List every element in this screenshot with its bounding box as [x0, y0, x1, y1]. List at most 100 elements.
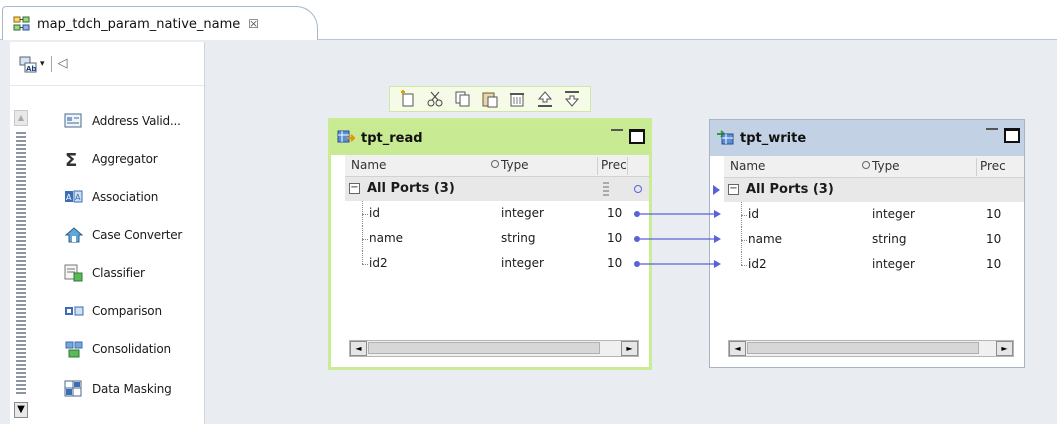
- scroll-track[interactable]: [16, 132, 26, 394]
- move-down-icon[interactable]: [563, 90, 581, 108]
- group-output-port-icon[interactable]: [634, 185, 642, 193]
- horizontal-scrollbar[interactable]: ◄ ►: [349, 340, 639, 357]
- port-row[interactable]: id integer 10: [724, 202, 1024, 227]
- palette-item-label: Aggregator: [92, 152, 158, 166]
- move-up-icon[interactable]: [536, 90, 554, 108]
- minimize-icon[interactable]: [986, 128, 998, 131]
- column-divider[interactable]: [597, 157, 598, 175]
- port-row[interactable]: name string 10: [345, 226, 649, 251]
- column-divider[interactable]: [976, 158, 977, 176]
- ports-grid: Name Type Prec − All Ports (3) id intege…: [345, 155, 649, 367]
- port-precision: 10: [607, 206, 623, 220]
- palette-item-case-converter[interactable]: Case Converter: [64, 224, 182, 246]
- port-row[interactable]: id2 integer 10: [724, 252, 1024, 277]
- maximize-icon[interactable]: [1004, 128, 1020, 143]
- sigma-icon: Σ: [64, 150, 84, 171]
- palette-item-consolidation[interactable]: Consolidation: [64, 338, 171, 360]
- sort-indicator-icon: [491, 160, 499, 168]
- data-masking-icon: [64, 380, 84, 398]
- transformation-title: tpt_write: [740, 130, 807, 146]
- new-port-icon[interactable]: [399, 90, 417, 108]
- port-row[interactable]: id integer 10: [345, 201, 649, 226]
- scroll-left-button[interactable]: ◄: [729, 341, 746, 356]
- sort-indicator-icon: [862, 161, 870, 169]
- port-group-row[interactable]: − All Ports (3): [345, 177, 649, 201]
- palette-toolbar: Ab ▾ ◁: [10, 42, 204, 86]
- palette-view-icon[interactable]: Ab: [18, 54, 38, 74]
- delete-icon[interactable]: [508, 90, 526, 108]
- scroll-right-button[interactable]: ►: [996, 341, 1013, 356]
- palette-item-label: Association: [92, 190, 159, 204]
- scroll-up-button[interactable]: ▲: [14, 110, 28, 126]
- tab-title: map_tdch_param_native_name: [37, 16, 241, 32]
- palette-item-data-masking[interactable]: Data Masking: [64, 378, 172, 400]
- drag-grip-icon[interactable]: [603, 182, 609, 196]
- port-name: name: [748, 232, 783, 246]
- palette-item-address-validator[interactable]: Address Valid...: [64, 110, 181, 132]
- toolbar-separator: [50, 55, 52, 72]
- scroll-thumb[interactable]: [368, 342, 600, 354]
- port-type: integer: [501, 206, 544, 220]
- palette-item-label: Consolidation: [92, 342, 171, 356]
- back-icon[interactable]: ◁: [58, 56, 68, 71]
- collapse-icon[interactable]: −: [349, 183, 360, 194]
- association-icon: AA: [64, 188, 84, 206]
- close-icon[interactable]: ☒: [248, 17, 259, 31]
- palette-item-label: Comparison: [92, 304, 162, 318]
- svg-text:A: A: [75, 193, 81, 202]
- transformation-tpt-write[interactable]: tpt_write Name Type Prec − All Ports (3)…: [709, 119, 1025, 368]
- transformation-tpt-read[interactable]: tpt_read Name Type Prec − All Ports (3) …: [328, 118, 652, 370]
- horizontal-scrollbar[interactable]: ◄ ►: [728, 340, 1014, 357]
- mapping-icon: [13, 16, 31, 32]
- port-group-row[interactable]: − All Ports (3): [713, 178, 1024, 202]
- palette-item-label: Data Masking: [92, 382, 172, 396]
- collapse-icon[interactable]: −: [728, 184, 739, 195]
- port-name: id: [748, 207, 759, 221]
- port-group-label: All Ports (3): [746, 182, 834, 197]
- port-precision: 10: [607, 231, 623, 245]
- scroll-right-button[interactable]: ►: [621, 341, 638, 356]
- group-input-port-icon[interactable]: [713, 185, 720, 195]
- palette-item-aggregator[interactable]: Σ Aggregator: [64, 148, 158, 171]
- tab-map-tdch-param-native-name[interactable]: map_tdch_param_native_name ☒: [2, 6, 318, 41]
- transformation-header[interactable]: tpt_write: [710, 120, 1024, 156]
- transformation-header[interactable]: tpt_read: [331, 121, 649, 155]
- port-precision: 10: [986, 257, 1002, 271]
- port-precision: 10: [607, 256, 623, 270]
- column-header-name[interactable]: Name: [730, 159, 765, 173]
- palette-scrollbar[interactable]: ▲ ▼: [14, 110, 28, 420]
- palette-item-classifier[interactable]: Classifier: [64, 262, 145, 284]
- column-header-type[interactable]: Type: [872, 159, 900, 173]
- scroll-left-button[interactable]: ◄: [350, 341, 367, 356]
- column-header-type[interactable]: Type: [501, 158, 529, 172]
- chevron-down-icon[interactable]: ▾: [40, 59, 45, 69]
- palette-item-label: Case Converter: [92, 228, 183, 242]
- port-row[interactable]: id2 integer 10: [345, 251, 649, 276]
- port-group-label: All Ports (3): [367, 181, 455, 196]
- palette-item-association[interactable]: AA Association: [64, 186, 158, 208]
- port-type: integer: [872, 207, 915, 221]
- column-header-row: Name Type Prec: [724, 156, 1024, 178]
- cut-icon[interactable]: [426, 90, 444, 108]
- scroll-thumb[interactable]: [747, 342, 979, 354]
- case-converter-icon: [64, 226, 84, 244]
- port-name: id2: [369, 256, 388, 270]
- write-transformation-icon: [716, 129, 734, 148]
- svg-text:Ab: Ab: [26, 65, 36, 73]
- port-row[interactable]: name string 10: [724, 227, 1024, 252]
- column-divider[interactable]: [627, 157, 628, 175]
- port-type: integer: [501, 256, 544, 270]
- column-header-name[interactable]: Name: [351, 158, 386, 172]
- copy-icon[interactable]: [454, 90, 472, 108]
- palette-item-label: Address Valid...: [92, 114, 181, 128]
- minimize-icon[interactable]: [611, 129, 623, 132]
- port-precision: 10: [986, 232, 1002, 246]
- port-name: id2: [748, 257, 767, 271]
- scroll-down-button[interactable]: ▼: [14, 402, 28, 418]
- transformation-title: tpt_read: [361, 130, 423, 146]
- palette-item-comparison[interactable]: Comparison: [64, 300, 162, 322]
- paste-icon[interactable]: [481, 90, 499, 108]
- column-header-precision[interactable]: Prec: [601, 158, 627, 172]
- maximize-icon[interactable]: [629, 129, 645, 144]
- column-header-precision[interactable]: Prec: [980, 159, 1006, 173]
